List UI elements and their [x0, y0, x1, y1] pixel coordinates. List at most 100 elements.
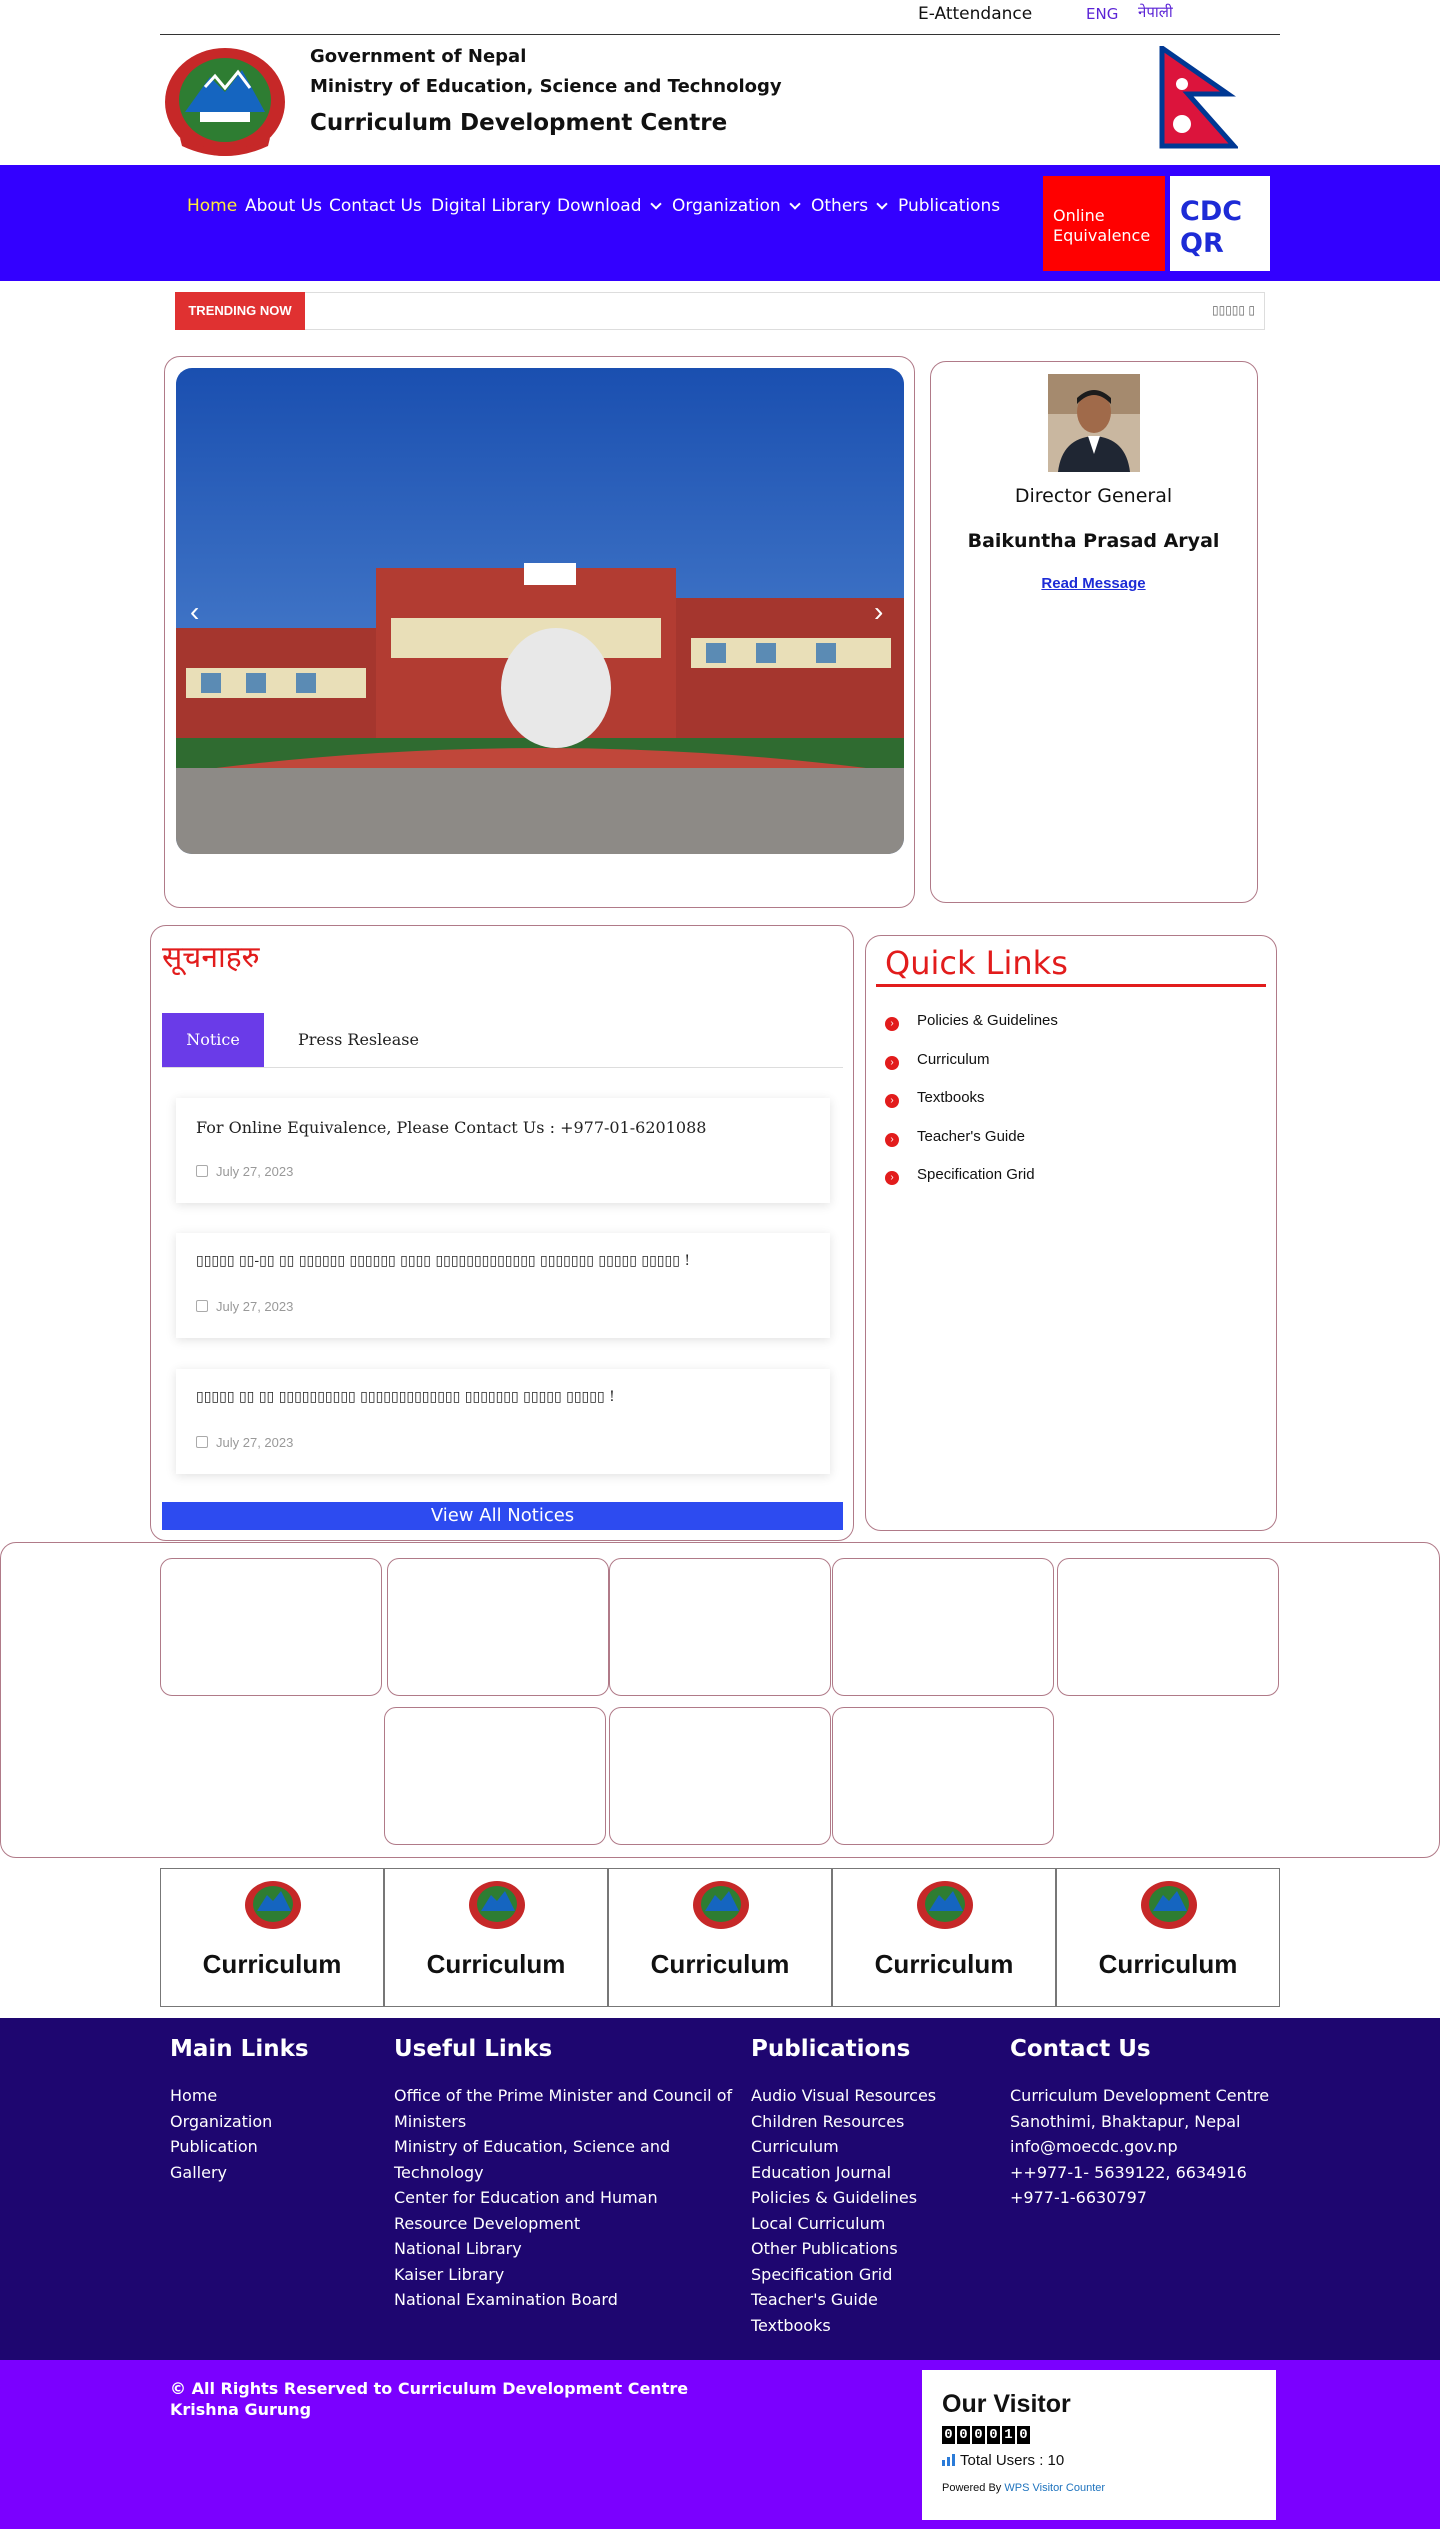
director-title: Director General: [1014, 485, 1173, 507]
contact-email[interactable]: info@moecdc.gov.np: [1010, 2134, 1290, 2160]
contact-phone-2[interactable]: +977-1-6630797: [1010, 2185, 1290, 2211]
curriculum-box[interactable]: Curriculum: [608, 1868, 832, 2007]
footer-link[interactable]: Local Curriculum: [751, 2211, 991, 2237]
curriculum-label: Curriculum: [650, 1949, 790, 1979]
gallery-box[interactable]: [160, 1558, 382, 1696]
footer-link[interactable]: Specification Grid: [751, 2262, 991, 2288]
nav-publications[interactable]: Publications: [898, 196, 1000, 216]
lang-eng-link[interactable]: ENG: [1086, 5, 1118, 23]
notice-item[interactable]: ▯▯▯▯▯ ▯▯ ▯▯ ▯▯▯▯▯▯▯▯▯▯ ▯▯▯▯▯▯▯▯▯▯▯▯▯ ▯▯▯…: [176, 1369, 830, 1474]
read-message-link[interactable]: Read Message: [930, 575, 1257, 592]
footer-link[interactable]: Kaiser Library: [394, 2262, 734, 2288]
footer-publications-list: Audio Visual Resources Children Resource…: [751, 2083, 991, 2338]
cdc-qr-button[interactable]: CDC QR: [1170, 176, 1270, 271]
footer-link[interactable]: National Library: [394, 2236, 734, 2262]
gallery-box[interactable]: [384, 1707, 606, 1845]
chevron-right-icon: ›: [885, 1056, 899, 1070]
chevron-right-icon: ›: [885, 1133, 899, 1147]
counter-digit: 0: [987, 2426, 1000, 2444]
gallery-box[interactable]: [832, 1707, 1054, 1845]
trending-label: TRENDING NOW: [175, 292, 305, 330]
notice-date: July 27, 2023: [196, 1435, 293, 1450]
tab-notice[interactable]: Notice: [162, 1013, 264, 1067]
header-line-ministry: Ministry of Education, Science and Techn…: [310, 76, 782, 97]
counter-digit: 0: [1017, 2426, 1030, 2444]
quick-links-underline: [876, 984, 1266, 987]
header-line-government: Government of Nepal: [310, 46, 527, 67]
notice-date: July 27, 2023: [196, 1164, 293, 1179]
notice-text[interactable]: ▯▯▯▯▯ ▯▯-▯▯ ▯▯ ▯▯▯▯▯▯ ▯▯▯▯▯▯ ▯▯▯▯ ▯▯▯▯▯▯…: [196, 1253, 690, 1269]
gallery-box[interactable]: [387, 1558, 609, 1696]
footer-link[interactable]: Curriculum: [751, 2134, 991, 2160]
quick-link-item[interactable]: › Specification Grid: [885, 1166, 1035, 1185]
nav-about-us[interactable]: About Us: [245, 196, 322, 216]
notice-text[interactable]: ▯▯▯▯▯ ▯▯ ▯▯ ▯▯▯▯▯▯▯▯▯▯ ▯▯▯▯▯▯▯▯▯▯▯▯▯ ▯▯▯…: [196, 1389, 615, 1405]
footer-link[interactable]: Textbooks: [751, 2313, 991, 2339]
nav-digital-library[interactable]: Digital Library: [431, 196, 551, 216]
notice-text[interactable]: For Online Equivalence, Please Contact U…: [196, 1118, 706, 1137]
footer-link[interactable]: Office of the Prime Minister and Council…: [394, 2083, 734, 2134]
footer-link[interactable]: Gallery: [170, 2160, 370, 2186]
chevron-right-icon: ›: [885, 1171, 899, 1185]
slider-next-icon[interactable]: ›: [874, 596, 883, 628]
quick-links-heading: Quick Links: [885, 944, 1068, 982]
slider-prev-icon[interactable]: ‹: [190, 596, 199, 628]
footer-link[interactable]: Children Resources: [751, 2109, 991, 2135]
curriculum-box[interactable]: Curriculum: [832, 1868, 1056, 2007]
footer-main-links-heading: Main Links: [170, 2036, 309, 2062]
footer-link[interactable]: Home: [170, 2083, 370, 2109]
footer-link[interactable]: Other Publications: [751, 2236, 991, 2262]
trending-text[interactable]: ▯▯▯▯▯ ▯: [1212, 303, 1255, 317]
footer-link[interactable]: National Examination Board: [394, 2287, 734, 2313]
chevron-right-icon: ›: [885, 1094, 899, 1108]
footer-link[interactable]: Organization: [170, 2109, 370, 2135]
nepal-emblem-logo[interactable]: [160, 42, 290, 160]
nav-download[interactable]: Download: [557, 196, 662, 216]
wps-visitor-counter-link[interactable]: WPS Visitor Counter: [1004, 2482, 1105, 2494]
footer-link[interactable]: Policies & Guidelines: [751, 2185, 991, 2211]
quick-link-item[interactable]: › Curriculum: [885, 1051, 990, 1070]
nav-organization[interactable]: Organization: [672, 196, 801, 216]
gallery-box[interactable]: [609, 1707, 831, 1845]
e-attendance-link[interactable]: E-Attendance: [918, 4, 1032, 24]
nepal-flag-icon: [1158, 43, 1240, 150]
gallery-box[interactable]: [1057, 1558, 1279, 1696]
online-equivalence-button[interactable]: Online Equivalence: [1043, 176, 1165, 271]
chevron-right-icon: ›: [885, 1017, 899, 1031]
curriculum-box[interactable]: Curriculum: [384, 1868, 608, 2007]
nav-home[interactable]: Home: [187, 196, 237, 216]
footer-link[interactable]: Teacher's Guide: [751, 2287, 991, 2313]
contact-phone[interactable]: ++977-1- 5639122, 6634916: [1010, 2160, 1290, 2186]
quick-link-item[interactable]: › Textbooks: [885, 1089, 985, 1108]
quick-link-item[interactable]: › Teacher's Guide: [885, 1128, 1025, 1147]
nav-contact-us[interactable]: Contact Us: [329, 196, 422, 216]
nepal-emblem-icon: [917, 1881, 973, 1929]
calendar-icon: [196, 1436, 208, 1448]
tab-press-release[interactable]: Press Reslease: [298, 1030, 419, 1049]
visitor-widget: Our Visitor 0 0 0 0 1 0 Total Users : 10…: [922, 2370, 1276, 2520]
visitor-title: Our Visitor: [942, 2390, 1071, 2418]
curriculum-label: Curriculum: [426, 1949, 566, 1979]
curriculum-box[interactable]: Curriculum: [160, 1868, 384, 2007]
view-all-notices-button[interactable]: View All Notices: [162, 1502, 843, 1530]
footer-link[interactable]: Publication: [170, 2134, 370, 2160]
footer-publications-heading: Publications: [751, 2036, 911, 2062]
trending-bar: [175, 292, 1265, 330]
author-text: Krishna Gurung: [170, 2400, 312, 2419]
top-divider: [160, 34, 1280, 35]
curriculum-box[interactable]: Curriculum: [1056, 1868, 1280, 2007]
notice-item[interactable]: ▯▯▯▯▯ ▯▯-▯▯ ▯▯ ▯▯▯▯▯▯ ▯▯▯▯▯▯ ▯▯▯▯ ▯▯▯▯▯▯…: [176, 1233, 830, 1338]
footer-link[interactable]: Audio Visual Resources: [751, 2083, 991, 2109]
footer-link[interactable]: Education Journal: [751, 2160, 991, 2186]
footer-link[interactable]: Ministry of Education, Science and Techn…: [394, 2134, 734, 2185]
quick-link-item[interactable]: › Policies & Guidelines: [885, 1012, 1058, 1031]
gallery-box[interactable]: [832, 1558, 1054, 1696]
nav-others[interactable]: Others: [811, 196, 888, 216]
footer-link[interactable]: Center for Education and Human Resource …: [394, 2185, 734, 2236]
notice-item[interactable]: For Online Equivalence, Please Contact U…: [176, 1098, 830, 1203]
visitor-counter: 0 0 0 0 1 0: [942, 2426, 1030, 2444]
lang-nepali-link[interactable]: नेपाली: [1138, 2, 1173, 22]
gallery-box[interactable]: [609, 1558, 831, 1696]
nepal-emblem-icon: [1141, 1881, 1197, 1929]
tab-divider: [162, 1067, 843, 1068]
